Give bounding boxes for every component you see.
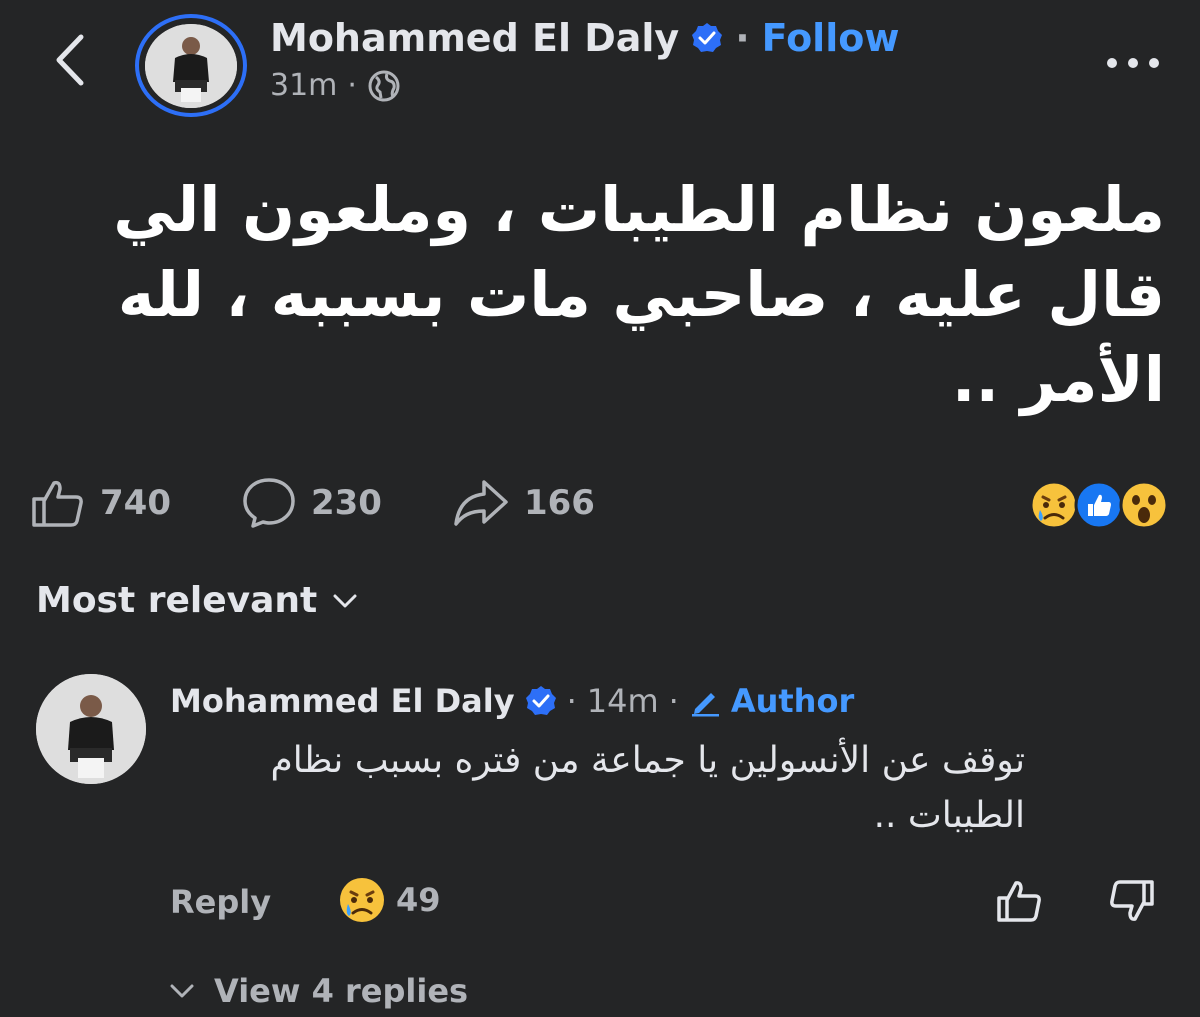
chevron-down-icon <box>333 594 357 607</box>
meta-separator: · <box>347 68 357 103</box>
post-actions: 740 230 166 <box>30 476 595 530</box>
comments-count: 230 <box>310 483 382 523</box>
view-replies-label: View 4 replies <box>214 972 469 1010</box>
chevron-down-icon <box>170 984 194 998</box>
share-arrow-icon <box>454 480 508 526</box>
share-action[interactable]: 166 <box>452 478 595 528</box>
like-action[interactable]: 740 <box>30 477 171 529</box>
comment-action[interactable]: 230 <box>241 476 382 530</box>
follow-button[interactable]: Follow <box>762 16 900 60</box>
comment-like-button[interactable] <box>995 878 1043 928</box>
globe-icon <box>368 70 400 101</box>
comment-reactions[interactable]: 49 <box>338 876 441 924</box>
comment-header: Mohammed El Daly · 14m · Author <box>170 682 854 720</box>
reaction-summary[interactable] <box>1028 478 1170 532</box>
verified-badge-icon <box>692 23 723 52</box>
post-meta: 31m · <box>270 68 401 103</box>
header-separator: · <box>735 16 750 60</box>
thumbs-down-icon <box>1110 880 1154 921</box>
pencil-icon <box>691 693 719 717</box>
post-text: ملعون نظام الطيبات ، وملعون الي قال عليه… <box>113 173 1165 416</box>
comment-author-name[interactable]: Mohammed El Daly <box>170 682 515 720</box>
sad-reaction-icon <box>340 878 384 922</box>
comment-separator: · <box>566 682 577 720</box>
comment-sort-dropdown[interactable]: Most relevant <box>36 580 357 621</box>
comment-author-avatar[interactable] <box>36 674 146 784</box>
sad-reaction-icon <box>1029 480 1079 530</box>
shares-count: 166 <box>523 483 595 523</box>
post-time[interactable]: 31m <box>270 68 337 103</box>
likes-count: 740 <box>100 483 171 523</box>
author-badge: Author <box>730 682 855 720</box>
sort-label: Most relevant <box>36 580 318 621</box>
comment-text: توقف عن الأنسولين يا جماعة من فتره بسبب … <box>270 740 1025 836</box>
more-horizontal-icon <box>1107 58 1159 68</box>
thumbs-up-icon <box>32 480 83 527</box>
avatar-image <box>145 23 237 108</box>
back-button[interactable] <box>40 30 100 90</box>
like-reaction-icon <box>1074 480 1124 530</box>
thumbs-up-icon <box>997 881 1041 922</box>
wow-reaction-icon <box>1119 480 1169 530</box>
comment-time[interactable]: 14m <box>587 682 659 720</box>
comment-dislike-button[interactable] <box>1108 878 1156 928</box>
author-name[interactable]: Mohammed El Daly <box>270 16 679 60</box>
verified-badge-icon <box>525 686 556 715</box>
post-author-line: Mohammed El Daly · Follow <box>270 16 899 60</box>
reply-button[interactable]: Reply <box>170 883 271 921</box>
more-options-button[interactable] <box>1098 48 1168 78</box>
view-replies-button[interactable]: View 4 replies <box>170 972 468 1010</box>
comment-bubble-icon <box>243 478 295 528</box>
comment-separator-2: · <box>668 682 679 720</box>
chevron-left-icon <box>56 34 84 86</box>
author-avatar[interactable] <box>135 14 247 117</box>
comment-reaction-count: 49 <box>396 881 441 919</box>
